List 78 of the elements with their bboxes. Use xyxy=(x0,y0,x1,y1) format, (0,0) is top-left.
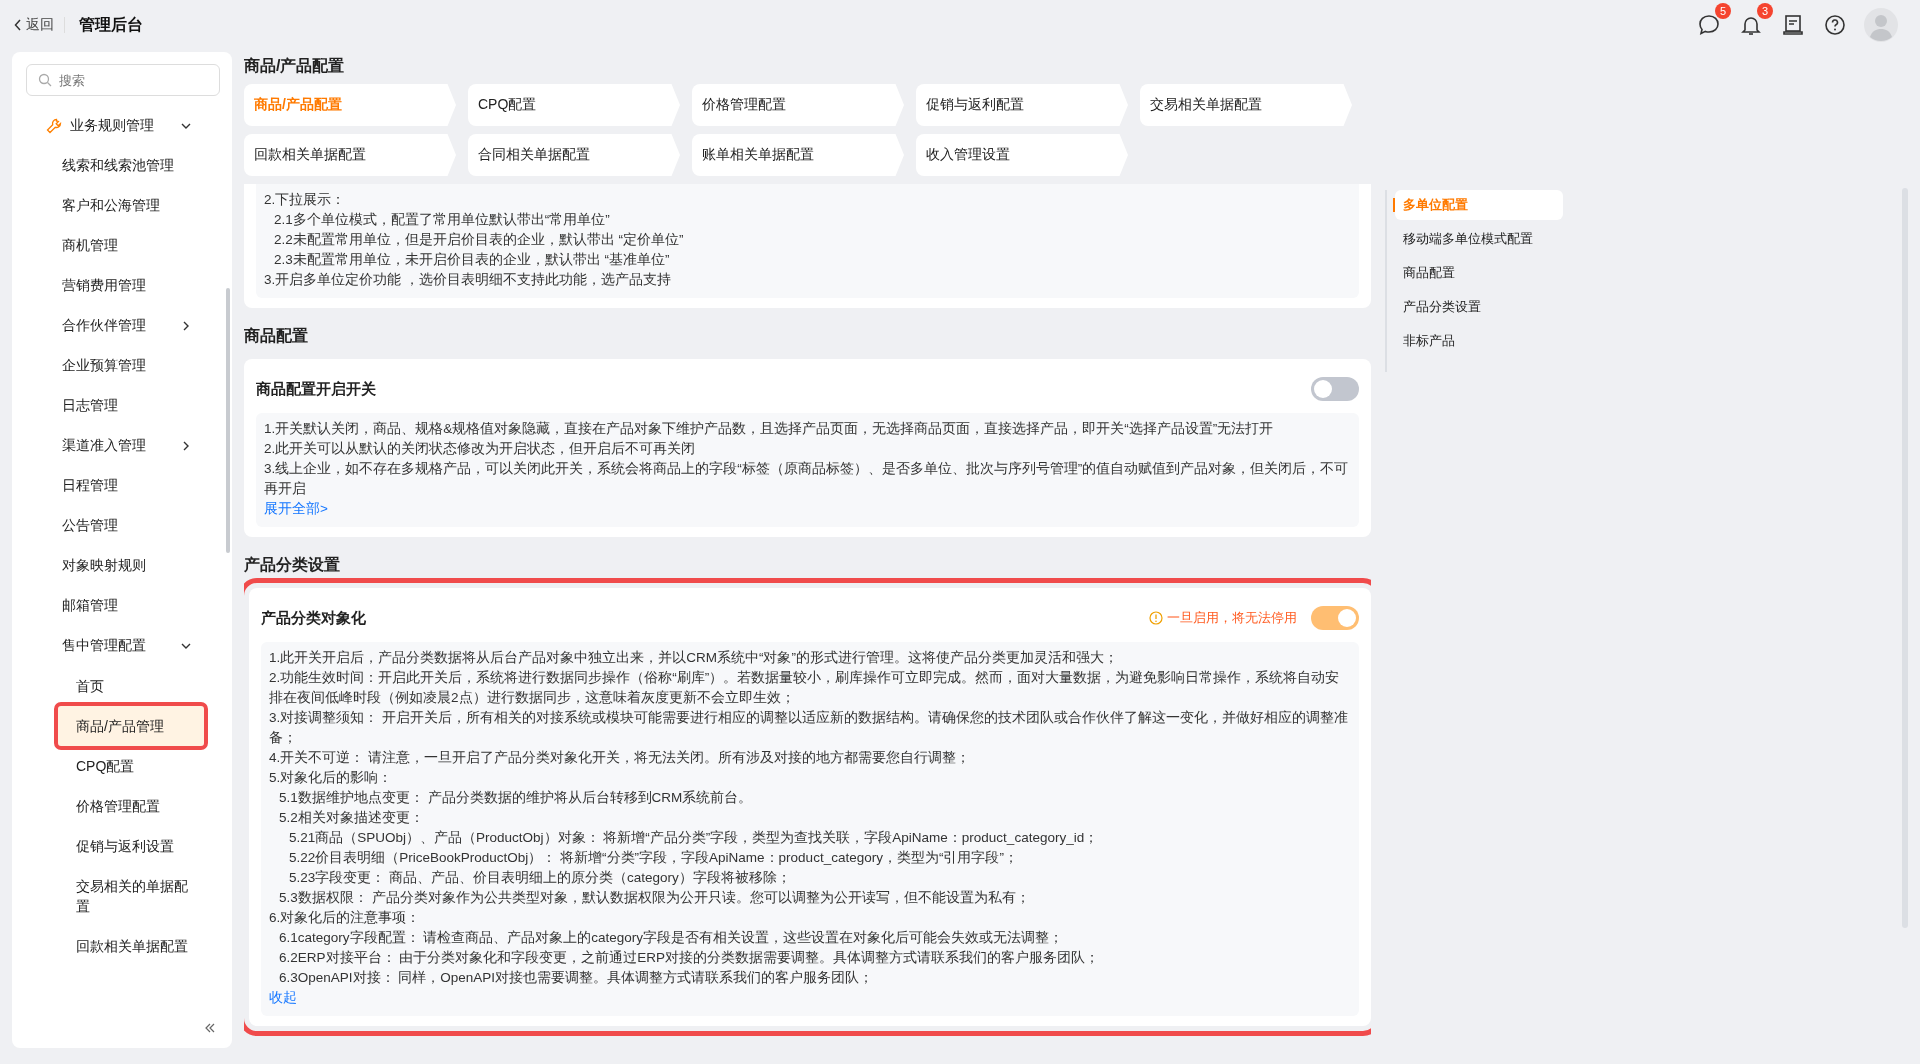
search-icon xyxy=(38,73,52,87)
sidebar-item[interactable]: 业务规则管理 xyxy=(12,106,232,146)
description-line: 2.功能生效时间：开启此开关后，系统将进行数据同步操作（俗称“刷库”）。若数据量较小，刷库操作可立即完成。然而，面对大量数据，为避免影响日常操作，系统将自动安排在夜间低峰时段（例如凌晨2点）进行数据同步，这意味着灰度更新不会立即生效； xyxy=(269,669,1341,707)
config-tab[interactable]: CPQ配置 xyxy=(468,84,680,126)
sidebar-item[interactable]: 对象映射规则 xyxy=(12,546,232,586)
description-line: 2.1多个单位模式，配置了常用单位默认带出“常用单位” xyxy=(273,211,611,229)
card-title: 产品分类对象化 xyxy=(261,608,366,628)
description-line: 1.开关默认关闭，商品、规格&规格值对象隐藏，直接在产品对象下维护产品数，且选择产品页面，无选择商品页面，直接选择产品，即开关“选择产品设置”无法打开 xyxy=(264,420,1275,438)
description-line: 2.此开关可以从默认的关闭状态修改为开启状态，但开启后不可再关闭 xyxy=(264,440,697,458)
description-line: 6.对象化后的注意事项： xyxy=(269,909,422,927)
sidebar-item[interactable]: 首页 xyxy=(58,666,204,706)
sidebar-item[interactable]: 营销费用管理 xyxy=(12,266,232,306)
config-tab[interactable]: 交易相关单据配置 xyxy=(1140,84,1352,126)
description-line: 5.23字段变更： 商品、产品、价目表明细上的原分类（category）字段将被移除； xyxy=(288,869,792,887)
back-link[interactable]: 返回 xyxy=(14,16,54,34)
description-line: 6.2ERP对接平台： 由于分类对象化和字段变更，之前通过ERP对接的分类数据需要调整。具体调整方式请联系我们的客户服务团队； xyxy=(278,949,1101,967)
chevron-left-icon xyxy=(14,19,22,31)
description-line: 2.2未配置常用单位，但是开启价目表的企业，默认带出 “定价单位” xyxy=(273,231,685,249)
app-title: 管理后台 xyxy=(79,14,143,35)
sidebar-item[interactable]: 客户和公海管理 xyxy=(12,186,232,226)
anchor-link[interactable]: 非标产品 xyxy=(1395,326,1563,356)
warning-text: 一旦启用，将无法停用 xyxy=(1149,609,1297,627)
count-badge: 3 xyxy=(1757,3,1773,19)
description-line: 5.21商品（SPUObj）、产品（ProductObj）对象： 将新增“产品分类”字段，类型为查找关联，字段ApiName：product_category_id； xyxy=(288,829,1100,847)
description-line: 6.3OpenAPI对接： 同样，OpenAPI对接也需要调整。具体调整方式请联系我们的客户服务团队； xyxy=(278,969,875,987)
sidebar-item[interactable]: 售中管理配置 xyxy=(12,626,232,666)
anchor-link[interactable]: 移动端多单位模式配置 xyxy=(1395,224,1563,254)
description-line: 6.1category字段配置： 请检查商品、产品对象上的category字段是否有相关设置，这些设置在对象化后可能会失效或无法调整； xyxy=(278,929,1065,947)
sidebar-item[interactable]: 渠道准入管理 xyxy=(12,426,232,466)
sidebar-item[interactable]: 商机管理 xyxy=(12,226,232,266)
description-line: 4.开关不可逆： 请注意，一旦开启了产品分类对象化开关，将无法关闭。所有涉及对接的地方都需要您自行调整； xyxy=(269,749,971,767)
sidebar-item[interactable]: 邮箱管理 xyxy=(12,586,232,626)
toggle-switch[interactable] xyxy=(1311,377,1359,401)
description-line: 3.开启多单位定价功能 ，选价目表明细不支持此功能，选产品支持 xyxy=(264,271,672,289)
config-tab[interactable]: 回款相关单据配置 xyxy=(244,134,456,176)
scrollbar[interactable] xyxy=(226,288,230,553)
config-tab[interactable]: 账单相关单据配置 xyxy=(692,134,904,176)
config-tab[interactable]: 合同相关单据配置 xyxy=(468,134,680,176)
sidebar-item[interactable]: 线索和线索池管理 xyxy=(12,146,232,186)
sidebar-item[interactable]: 合作伙伴管理 xyxy=(12,306,232,346)
anchor-link[interactable]: 商品配置 xyxy=(1395,258,1563,288)
description-line: 2.下拉展示： xyxy=(264,191,347,209)
sidebar-item[interactable]: 日程管理 xyxy=(12,466,232,506)
section-title: 商品配置 xyxy=(244,326,309,346)
sidebar-item[interactable]: 回款相关单据配置 xyxy=(58,926,204,966)
description-line: 5.1数据维护地点变更： 产品分类数据的维护将从后台转移到CRM系统前台。 xyxy=(278,789,754,807)
section-title: 产品分类设置 xyxy=(244,555,341,575)
description-line: 2.3未配置常用单位，未开启价目表的企业，默认带出 “基准单位” xyxy=(273,251,671,269)
page-title: 商品/产品配置 xyxy=(244,56,346,76)
sidebar-item[interactable]: 公告管理 xyxy=(12,506,232,546)
help-icon[interactable] xyxy=(1822,12,1848,38)
search-field[interactable]: 搜索 xyxy=(26,64,220,96)
config-tab[interactable]: 收入管理设置 xyxy=(916,134,1128,176)
description-line: 3.线上企业，如不存在多规格产品，可以关闭此开关，系统会将商品上的字段“标签（原商品标签）、是否多单位、批次与序列号管理”的值自动赋值到产品对象，但关闭后，不可再开启 xyxy=(264,460,1350,498)
toggle-link[interactable]: 收起 xyxy=(269,990,297,1005)
sidebar-item[interactable]: 企业预算管理 xyxy=(12,346,232,386)
sidebar-item[interactable]: 交易相关的单据配置 xyxy=(58,866,204,926)
collapse-icon[interactable] xyxy=(204,1022,216,1034)
anchor-link[interactable]: 产品分类设置 xyxy=(1395,292,1563,322)
description-line: 5.3数据权限： 产品分类对象作为公共类型对象，默认数据权限为公开只读。您可以调整为公开读写，但不能设置为私有； xyxy=(278,889,1031,907)
sidebar-item[interactable]: 价格管理配置 xyxy=(58,786,204,826)
document-icon[interactable] xyxy=(1780,12,1806,38)
count-badge: 5 xyxy=(1715,3,1731,19)
wrench-icon xyxy=(46,118,62,134)
config-tab[interactable]: 促销与返利配置 xyxy=(916,84,1128,126)
info-icon xyxy=(1149,611,1163,625)
sidebar-item[interactable]: CPQ配置 xyxy=(58,746,204,786)
chat-icon[interactable] xyxy=(1696,12,1722,38)
sidebar-item[interactable]: 促销与返利设置 xyxy=(58,826,204,866)
description-line: 5.22价目表明细（PriceBookProductObj）： 将新增“分类”字段，字段ApiName：product_category，类型为“引用字段”； xyxy=(288,849,1019,867)
description-line: 5.对象化后的影响： xyxy=(269,769,394,787)
card-title: 商品配置开启开关 xyxy=(256,379,376,399)
sidebar-item[interactable]: 日志管理 xyxy=(12,386,232,426)
description-line: 5.2相关对象描述变更： xyxy=(278,809,425,827)
toggle-link[interactable]: 展开全部> xyxy=(264,501,328,516)
description-line: 1.此开关开启后，产品分类数据将从后台产品对象中独立出来，并以CRM系统中“对象”的形式进行管理。这将使产品分类更加灵活和强大； xyxy=(269,649,1119,667)
description-line: 3.对接调整须知： 开启开关后，所有相关的对接系统或模块可能需要进行相应的调整以适应新的数据结构。请确保您的技术团队或合作伙伴了解这一变化，并做好相应的调整准备； xyxy=(269,709,1349,747)
config-tab[interactable]: 价格管理配置 xyxy=(692,84,904,126)
